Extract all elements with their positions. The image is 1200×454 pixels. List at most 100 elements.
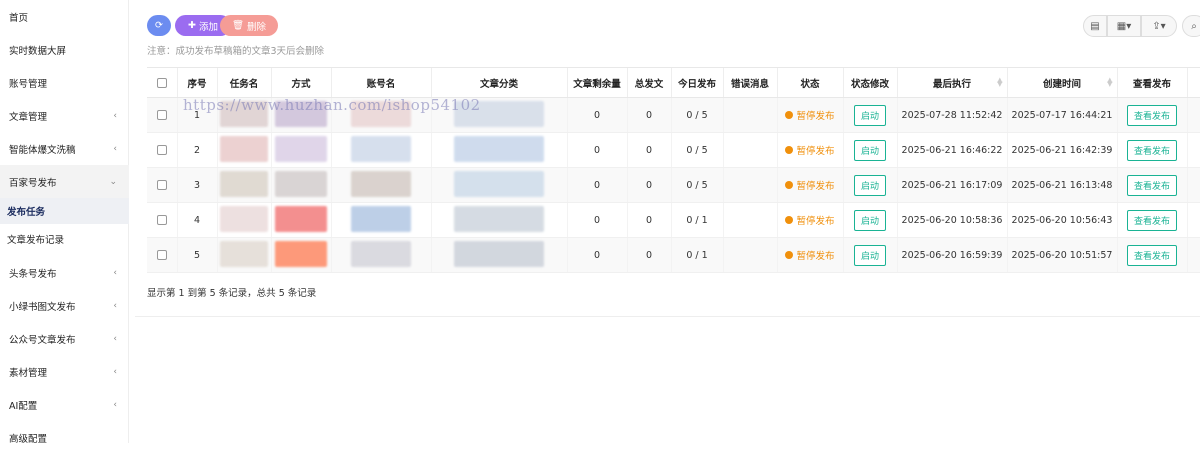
remaining-cell: 0 — [566, 132, 627, 168]
redacted-block — [351, 170, 411, 197]
start-button[interactable]: 启动 — [853, 209, 886, 231]
toggle-cell: 启动 — [842, 202, 897, 238]
row-checkbox[interactable] — [156, 215, 167, 225]
task-name-cell — [216, 202, 271, 238]
sidebar-item[interactable]: 素材管理 ‹ — [0, 355, 129, 388]
sidebar-item-label: AI配置 — [9, 400, 38, 412]
column-header: 账号名 — [330, 67, 431, 98]
column-header[interactable]: 最后执行 ▲ ▼ — [896, 67, 1007, 98]
column-header-label: 创建时间 — [1042, 78, 1081, 90]
start-button[interactable]: 启动 — [853, 244, 886, 266]
main-content: ⟳ ✚ 添加 🗑 删除 注意：成功发布草稿箱的文章3天后会删除 ▤ ▦▾ ⇪▾ … — [135, 0, 1200, 443]
status-label: 暂停发布 — [796, 111, 835, 122]
sidebar-item[interactable]: 百家号发布 ⌄ — [0, 165, 129, 198]
sidebar-item[interactable]: 账号管理 — [0, 66, 129, 99]
method-cell — [270, 237, 331, 273]
created-cell: 2025-06-20 10:51:57 — [1006, 237, 1117, 273]
start-button[interactable]: 启动 — [853, 104, 886, 126]
last-run-cell: 2025-06-20 10:58:36 — [896, 202, 1007, 238]
column-header: 操作 — [1186, 67, 1200, 98]
sidebar-item[interactable]: 小绿书图文发布 ‹ — [0, 289, 129, 322]
category-cell — [430, 202, 567, 238]
sidebar-item[interactable]: 头条号发布 ‹ — [0, 256, 129, 289]
row-checkbox[interactable] — [156, 145, 167, 155]
plus-icon: ✚ — [188, 20, 196, 31]
column-header[interactable]: 创建时间 ▲ ▼ — [1006, 67, 1117, 98]
created-cell: 2025-06-21 16:42:39 — [1006, 132, 1117, 168]
toggle-view-button[interactable]: ▤ — [1083, 15, 1107, 37]
status-badge: 暂停发布 — [785, 248, 835, 262]
trash-icon: 🗑 — [231, 20, 245, 31]
toggle-cell: 启动 — [842, 97, 897, 133]
search-button[interactable]: ⌕ — [1182, 15, 1200, 37]
sidebar-item-label: 高级配置 — [9, 433, 48, 445]
status-badge: 暂停发布 — [785, 213, 835, 227]
view-publish-button[interactable]: 查看发布 — [1126, 139, 1177, 161]
today-cell: 0 / 1 — [670, 202, 723, 238]
start-button[interactable]: 启动 — [853, 174, 886, 196]
actions-cell: ✎🗑 — [1186, 97, 1200, 133]
sidebar-item[interactable]: 公众号文章发布 ‹ — [0, 322, 129, 355]
sidebar-item[interactable]: 高级配置 — [0, 421, 129, 454]
refresh-button[interactable]: ⟳ — [147, 15, 171, 36]
view-publish-button[interactable]: 查看发布 — [1126, 174, 1177, 196]
sidebar-item[interactable]: 文章管理 ‹ — [0, 99, 129, 132]
column-header-label: 查看发布 — [1132, 78, 1171, 90]
start-button[interactable]: 启动 — [853, 139, 886, 161]
status-cell: 暂停发布 — [776, 97, 843, 133]
method-cell — [270, 167, 331, 203]
category-cell — [430, 97, 567, 133]
last-run-cell: 2025-06-20 16:59:39 — [896, 237, 1007, 273]
toggle-cell: 启动 — [842, 132, 897, 168]
select-all-checkbox[interactable] — [156, 77, 167, 88]
actions-cell: ✎🗑 — [1186, 237, 1200, 273]
sidebar-item-label: 百家号发布 — [9, 177, 57, 189]
status-dot-icon — [785, 111, 794, 119]
delete-button[interactable]: 🗑 删除 — [220, 15, 278, 36]
sidebar-item[interactable]: 实时数据大屏 — [0, 33, 129, 66]
actions-cell: ✎🗑 — [1186, 167, 1200, 203]
error-cell — [722, 97, 777, 133]
redacted-block — [275, 205, 327, 232]
sidebar-item[interactable]: 智能体爆文洗稿 ‹ — [0, 132, 129, 165]
column-header-label: 最后执行 — [932, 78, 971, 90]
column-header: 状态 — [776, 67, 843, 98]
view-publish-button[interactable]: 查看发布 — [1126, 104, 1177, 126]
row-checkbox[interactable] — [156, 180, 167, 190]
id-cell: 1 — [176, 97, 217, 133]
category-cell — [430, 237, 567, 273]
column-header: 错误消息 — [722, 67, 777, 98]
export-dropdown[interactable]: ⇪▾ — [1141, 15, 1177, 37]
column-header: 文章剩余量 — [566, 67, 627, 98]
columns-dropdown[interactable]: ▦▾ — [1107, 15, 1141, 37]
redacted-block — [351, 240, 411, 267]
redacted-block — [454, 170, 544, 197]
refresh-icon: ⟳ — [155, 20, 163, 31]
row-checkbox[interactable] — [156, 110, 167, 120]
chevron-icon: ‹ — [113, 143, 117, 154]
status-dot-icon — [785, 216, 794, 224]
sidebar-subitem[interactable]: 文章发布记录 — [0, 226, 129, 252]
status-badge: 暂停发布 — [785, 178, 835, 192]
sidebar-item-label: 智能体爆文洗稿 — [9, 144, 76, 156]
table-row: 5000 / 1 暂停发布 启动 2025-06-20 16:59:39 2025-06… — [147, 237, 1200, 273]
column-header-label: 文章剩余量 — [573, 78, 621, 90]
view-publish-button[interactable]: 查看发布 — [1126, 244, 1177, 266]
id-cell: 4 — [176, 202, 217, 238]
view-publish-button[interactable]: 查看发布 — [1126, 209, 1177, 231]
row-checkbox-cell — [147, 97, 177, 133]
sidebar-item[interactable]: AI配置 ‹ — [0, 388, 129, 421]
row-checkbox-cell — [147, 237, 177, 273]
sidebar-item[interactable]: 首页 — [0, 0, 129, 33]
status-label: 暂停发布 — [796, 181, 835, 192]
column-header-label: 任务名 — [229, 78, 259, 90]
column-header: 状态修改 — [842, 67, 897, 98]
sidebar-subitem[interactable]: 发布任务 — [0, 198, 129, 224]
id-cell: 3 — [176, 167, 217, 203]
chevron-icon: ‹ — [113, 300, 117, 311]
row-checkbox[interactable] — [156, 250, 167, 260]
redacted-block — [351, 205, 411, 232]
table-header: 序号 任务名 方式 账号名 文章分类 文章剩余量 总发文 今日发布 错误消息 状态 状态修改 最后执行… — [147, 67, 1200, 98]
row-checkbox-cell — [147, 132, 177, 168]
remaining-cell: 0 — [566, 237, 627, 273]
